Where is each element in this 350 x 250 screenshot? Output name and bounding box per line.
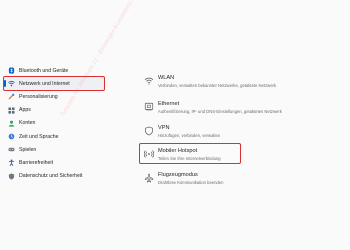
- setting-description: Teilen Sie Ihre Internetverbindung: [158, 155, 221, 161]
- setting-title: Mobiler Hotspot: [158, 148, 198, 154]
- sidebar-item-label: Bluetooth und Geräte: [19, 67, 69, 74]
- setting-mobile-hotspot[interactable]: Mobiler Hotspot Teilen Sie Ihre Internet…: [139, 143, 241, 164]
- sidebar-item-apps[interactable]: Apps: [0, 104, 112, 117]
- vpn-icon: [144, 126, 154, 136]
- setting-title: WLAN: [158, 75, 175, 81]
- accessibility-icon: [8, 159, 15, 167]
- sidebar-item-label: Datenschutz und Sicherheit: [19, 173, 83, 180]
- setting-airplane-mode[interactable]: Flugzeugmodus Drahtlose Kommunikation be…: [140, 168, 350, 190]
- sidebar-item-accessibility[interactable]: Barrierefreiheit: [0, 156, 112, 169]
- setting-vpn[interactable]: VPN Hinzufügen, verbinden, verwalten: [140, 121, 350, 143]
- network-icon: [8, 80, 15, 87]
- sidebar-item-label: Konten: [19, 120, 36, 127]
- airplane-icon: [144, 173, 154, 183]
- brush-icon: [8, 93, 15, 100]
- ethernet-icon: [144, 102, 154, 112]
- setting-title: Ethernet: [158, 101, 180, 107]
- setting-title: VPN: [158, 125, 170, 131]
- sidebar-item-label: Spielen: [19, 146, 37, 153]
- sidebar-item-label: Zeit und Sprache: [19, 133, 59, 140]
- sidebar-item-label: Netzwerk und Internet: [19, 80, 70, 87]
- apps-icon: [8, 107, 15, 114]
- sidebar-item-network[interactable]: Netzwerk und Internet: [3, 76, 105, 92]
- sidebar-item-label: Apps: [19, 107, 31, 114]
- shield-icon: [8, 173, 15, 180]
- settings-sidebar: Bluetooth und Geräte Netzwerk und Intern…: [0, 64, 112, 214]
- sidebar-item-personalization[interactable]: Personalisierung: [0, 90, 112, 103]
- setting-description: Authentifizierung, IP- und DNS-Einstellu…: [158, 108, 282, 114]
- gamepad-icon: [8, 146, 15, 153]
- setting-title: Flugzeugmodus: [158, 172, 198, 178]
- setting-description: Verbinden, verwalten bekannter Netzwerke…: [158, 82, 277, 88]
- hotspot-icon: [144, 149, 154, 159]
- clock-icon: [8, 133, 15, 140]
- sidebar-item-bluetooth[interactable]: Bluetooth und Geräte: [0, 64, 112, 77]
- account-icon: [8, 120, 15, 127]
- sidebar-item-label: Barrierefreiheit: [19, 159, 54, 166]
- bluetooth-icon: [8, 67, 15, 74]
- setting-description: Drahtlose Kommunikation beenden: [158, 179, 224, 185]
- network-settings-list: WLAN Verbinden, verwalten bekannter Netz…: [139, 64, 350, 214]
- sidebar-item-privacy-security[interactable]: Datenschutz und Sicherheit: [0, 170, 112, 183]
- sidebar-item-accounts[interactable]: Konten: [0, 117, 112, 130]
- settings-window: Bluetooth und Geräte Netzwerk und Intern…: [0, 0, 350, 250]
- sidebar-item-time-language[interactable]: Zeit und Sprache: [0, 130, 112, 143]
- sidebar-item-label: Personalisierung: [19, 93, 58, 100]
- setting-ethernet[interactable]: Ethernet Authentifizierung, IP- und DNS-…: [140, 97, 350, 119]
- setting-description: Hinzufügen, verbinden, verwalten: [158, 132, 221, 138]
- setting-wifi[interactable]: WLAN Verbinden, verwalten bekannter Netz…: [140, 71, 350, 93]
- sidebar-item-gaming[interactable]: Spielen: [0, 143, 112, 156]
- wifi-icon: [144, 76, 154, 86]
